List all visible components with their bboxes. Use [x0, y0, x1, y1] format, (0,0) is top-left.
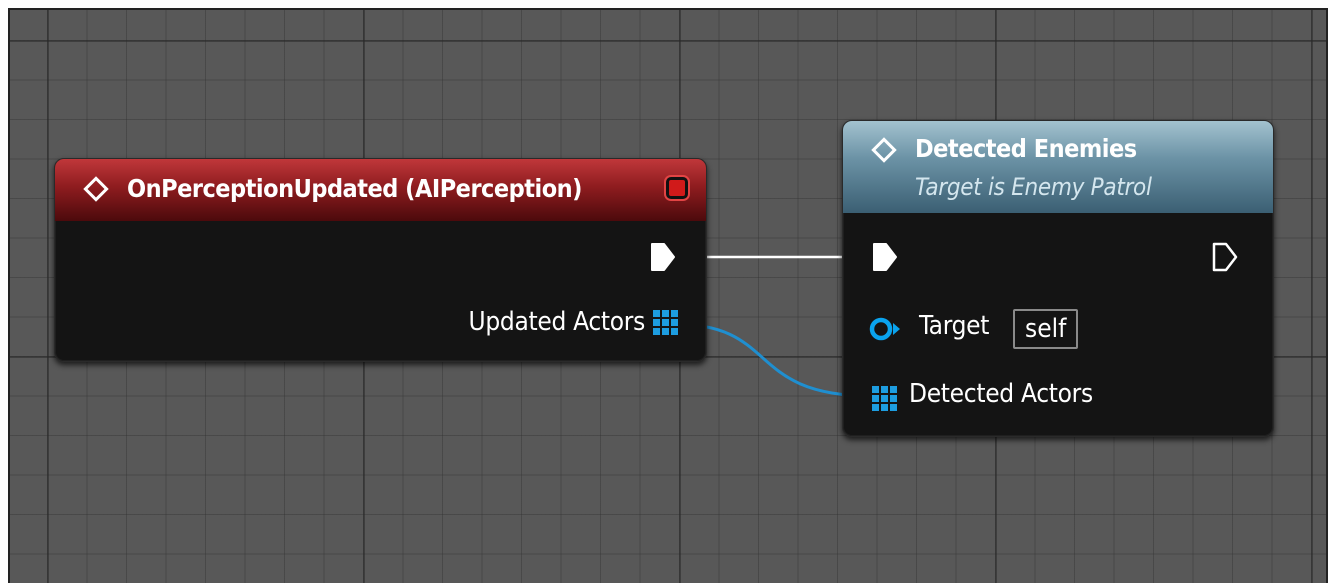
- detected-actors-array-pin-icon[interactable]: [871, 385, 897, 411]
- call-node-subtitle: Target is Enemy Patrol: [915, 173, 1152, 201]
- detected-actors-pin-label: Detected Actors: [909, 379, 1093, 409]
- detected-enemies-node[interactable]: Detected Enemies Target is Enemy Patrol …: [842, 120, 1274, 437]
- target-pin-label: Target: [919, 311, 990, 341]
- exec-out-pin-icon[interactable]: [1211, 241, 1239, 273]
- event-node-header: OnPerceptionUpdated (AIPerception): [55, 159, 706, 221]
- call-node-title: Detected Enemies: [915, 134, 1137, 163]
- event-node-title: OnPerceptionUpdated (AIPerception): [127, 174, 582, 203]
- diamond-icon: [83, 176, 109, 202]
- updated-actors-label: Updated Actors: [468, 307, 646, 337]
- target-default-value-box[interactable]: self: [1013, 309, 1079, 349]
- exec-in-pin-icon[interactable]: [871, 241, 899, 273]
- exec-out-pin-icon[interactable]: [649, 241, 677, 273]
- on-perception-updated-node[interactable]: OnPerceptionUpdated (AIPerception) Updat…: [54, 158, 707, 362]
- updated-actors-array-pin-icon[interactable]: [652, 309, 678, 335]
- blueprint-graph-canvas[interactable]: OnPerceptionUpdated (AIPerception) Updat…: [8, 8, 1328, 583]
- stop-icon: [666, 177, 688, 199]
- diamond-icon: [871, 137, 897, 163]
- call-node-header: Detected Enemies Target is Enemy Patrol: [843, 121, 1273, 213]
- target-object-pin-icon[interactable]: [869, 316, 905, 342]
